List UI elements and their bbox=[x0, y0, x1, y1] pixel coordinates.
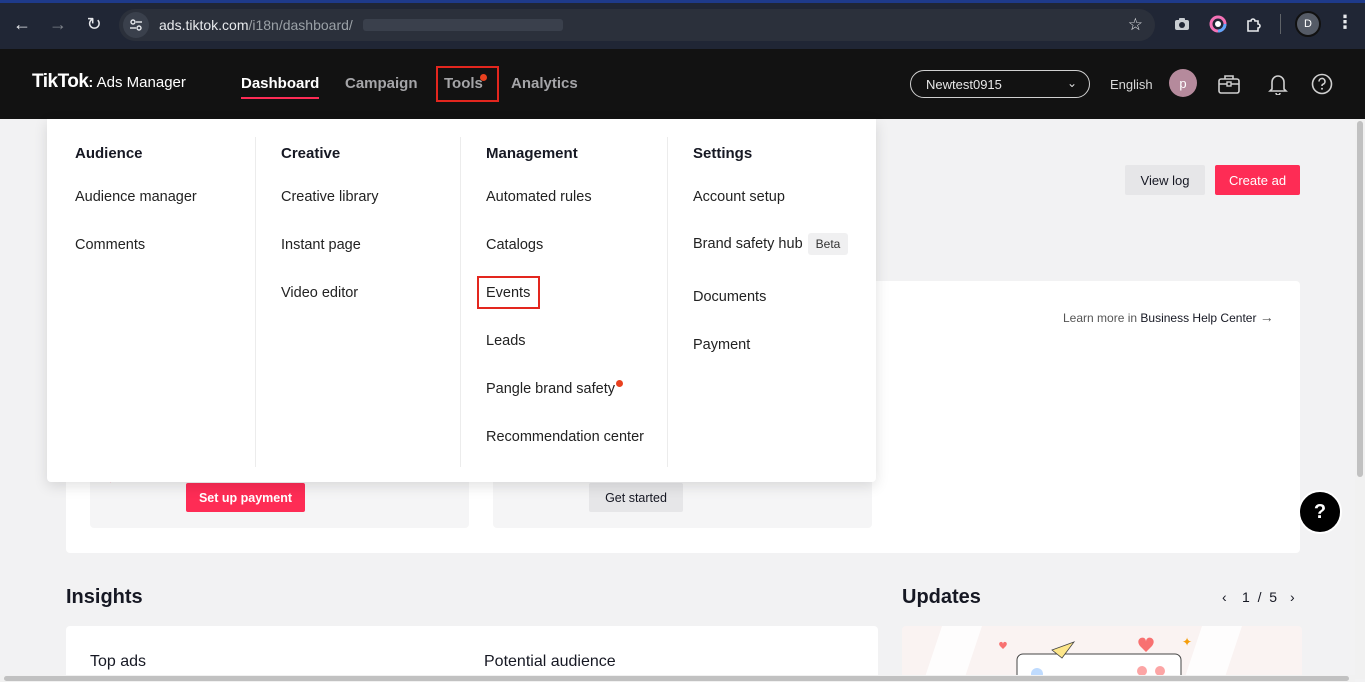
tools-dropdown-menu: Audience Audience manager Comments Creat… bbox=[47, 119, 876, 482]
menu-item-payment[interactable]: Payment bbox=[693, 337, 750, 353]
menu-item-audience-manager[interactable]: Audience manager bbox=[75, 189, 197, 205]
updates-banner[interactable]: ✦ bbox=[902, 626, 1302, 682]
create-ad-button[interactable]: Create ad bbox=[1215, 165, 1300, 195]
management-heading: Management bbox=[486, 145, 578, 162]
user-avatar[interactable]: p bbox=[1169, 69, 1197, 97]
svg-text:✦: ✦ bbox=[1182, 635, 1192, 649]
pangle-notification-dot bbox=[616, 380, 623, 387]
view-log-button[interactable]: View log bbox=[1125, 165, 1205, 195]
dropdown-column-settings: Settings Account setup Brand safety hub B… bbox=[667, 137, 876, 467]
menu-item-documents[interactable]: Documents bbox=[693, 289, 766, 305]
updates-prev-icon[interactable]: ‹ bbox=[1222, 589, 1227, 605]
site-settings-icon[interactable] bbox=[123, 12, 149, 38]
top-ads-title: Top ads bbox=[90, 653, 147, 670]
updates-illustration: ✦ bbox=[923, 626, 1242, 682]
horizontal-scrollbar[interactable] bbox=[0, 675, 1355, 682]
insights-heading: Insights bbox=[66, 586, 143, 608]
vertical-scrollbar[interactable] bbox=[1355, 119, 1365, 679]
insights-card bbox=[66, 626, 878, 682]
menu-item-brand-safety-hub[interactable]: Brand safety hub Beta bbox=[693, 233, 849, 255]
tiktok-logo[interactable]: TikTok: Ads Manager bbox=[32, 71, 186, 93]
extensions-puzzle-icon[interactable] bbox=[1244, 14, 1264, 34]
dropdown-column-creative: Creative Creative library Instant page V… bbox=[255, 137, 460, 467]
nav-tools[interactable]: Tools bbox=[444, 75, 483, 92]
account-name: Newtest0915 bbox=[926, 76, 1002, 92]
nav-analytics[interactable]: Analytics bbox=[511, 75, 578, 92]
back-arrow-icon[interactable]: ← bbox=[10, 12, 34, 36]
browser-menu-icon[interactable]: ⋮ bbox=[1336, 12, 1354, 33]
settings-heading: Settings bbox=[693, 145, 753, 162]
url-text: ads.tiktok.com/i18n/dashboard/ bbox=[159, 17, 353, 33]
menu-item-catalogs[interactable]: Catalogs bbox=[486, 237, 543, 253]
menu-item-pangle-brand-safety[interactable]: Pangle brand safety bbox=[486, 381, 615, 397]
menu-item-recommendation-center[interactable]: Recommendation center bbox=[486, 429, 644, 445]
set-up-payment-button[interactable]: Set up payment bbox=[186, 483, 305, 512]
browser-profile-avatar[interactable]: D bbox=[1295, 11, 1321, 37]
account-selector[interactable]: Newtest0915 ⌄ bbox=[910, 70, 1090, 98]
nav-campaign[interactable]: Campaign bbox=[345, 75, 418, 92]
tools-notification-dot bbox=[480, 74, 487, 81]
help-circle-icon[interactable] bbox=[1309, 71, 1335, 97]
bell-icon[interactable] bbox=[1265, 71, 1291, 97]
updates-next-icon[interactable]: › bbox=[1290, 589, 1295, 605]
language-switch[interactable]: English bbox=[1110, 77, 1153, 92]
creative-heading: Creative bbox=[281, 145, 341, 162]
menu-item-comments[interactable]: Comments bbox=[75, 237, 145, 253]
toolbar-divider bbox=[1280, 14, 1281, 34]
browser-toolbar: ← → ↻ ads.tiktok.com/i18n/dashboard/ ☆ D… bbox=[0, 0, 1365, 49]
bookmark-star-icon[interactable]: ☆ bbox=[1128, 15, 1143, 35]
menu-item-video-editor[interactable]: Video editor bbox=[281, 285, 358, 301]
menu-item-instant-page[interactable]: Instant page bbox=[281, 237, 361, 253]
forward-arrow-icon[interactable]: → bbox=[46, 12, 70, 36]
color-extension-icon[interactable] bbox=[1208, 14, 1228, 34]
menu-item-leads[interactable]: Leads bbox=[486, 333, 526, 349]
address-bar[interactable]: ads.tiktok.com/i18n/dashboard/ ☆ bbox=[119, 9, 1155, 41]
updates-heading: Updates bbox=[902, 586, 981, 608]
reload-icon[interactable]: ↻ bbox=[82, 12, 106, 36]
beta-badge: Beta bbox=[807, 233, 849, 255]
potential-audience-title: Potential audience bbox=[484, 653, 616, 670]
app-header: TikTok: Ads Manager Dashboard Campaign To… bbox=[0, 49, 1365, 119]
camera-icon[interactable] bbox=[1172, 14, 1192, 34]
get-started-button[interactable]: Get started bbox=[589, 483, 683, 512]
dropdown-column-audience: Audience Audience manager Comments bbox=[47, 137, 255, 467]
events-highlight-box bbox=[477, 276, 540, 309]
nav-dashboard[interactable]: Dashboard bbox=[241, 75, 320, 99]
url-redacted bbox=[362, 19, 563, 31]
chevron-down-icon: ⌄ bbox=[1066, 76, 1077, 90]
menu-item-creative-library[interactable]: Creative library bbox=[281, 189, 379, 205]
audience-heading: Audience bbox=[75, 145, 143, 162]
menu-item-automated-rules[interactable]: Automated rules bbox=[486, 189, 592, 205]
help-chat-button[interactable]: ? bbox=[1298, 490, 1342, 534]
learn-more-link[interactable]: Learn more in Business Help Center → bbox=[1063, 309, 1274, 325]
updates-page-indicator: 1 / 5 bbox=[1242, 589, 1278, 605]
menu-item-account-setup[interactable]: Account setup bbox=[693, 189, 785, 205]
briefcase-icon[interactable] bbox=[1216, 71, 1242, 97]
